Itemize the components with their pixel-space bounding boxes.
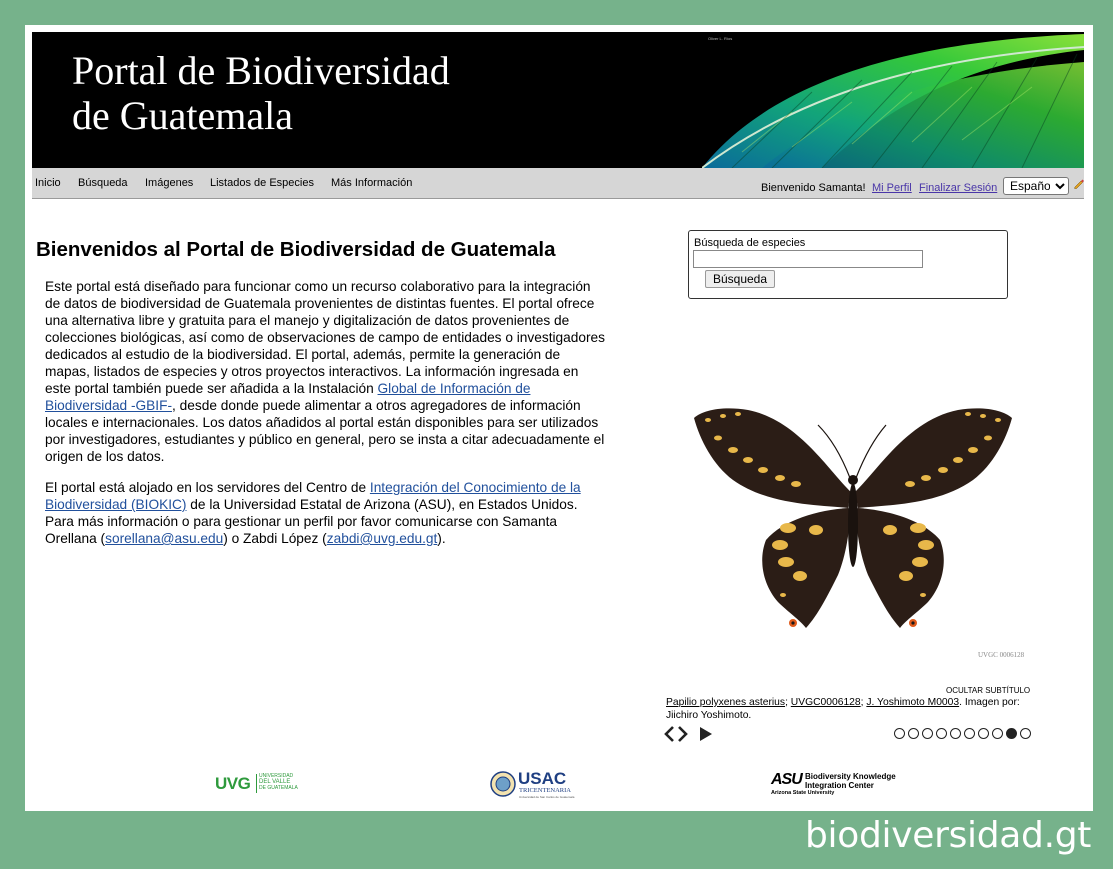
slide-dot[interactable] (992, 728, 1003, 739)
asu-biokic-logo: ASU Biodiversity Knowledge Integration C… (771, 771, 896, 796)
page-title: Bienvenidos al Portal de Biodiversidad d… (36, 238, 556, 261)
specimen-label: UVGC 0006128 (978, 651, 1025, 659)
slide-dot[interactable] (908, 728, 919, 739)
main-nav: Inicio Búsqueda Imágenes Listados de Esp… (32, 168, 1084, 199)
pencil-icon[interactable] (1073, 177, 1085, 189)
header-banner: Portal de Biodiversidad de Guatemala Oli… (32, 32, 1084, 168)
slide-dot[interactable] (1020, 728, 1031, 739)
species-search-box: Búsqueda de especies Búsqueda (688, 230, 1008, 299)
quetzal-feather-image (702, 34, 1084, 168)
usac-seal-icon (490, 771, 516, 797)
slide-dot[interactable] (1006, 728, 1017, 739)
slideshow-controls (664, 726, 712, 742)
slide-dot[interactable] (950, 728, 961, 739)
species-search-input[interactable] (693, 250, 923, 268)
species-link[interactable]: Papilio polyxenes asterius (666, 697, 785, 708)
site-watermark: biodiversidad.gt (805, 815, 1092, 856)
butterfly-specimen-image (694, 408, 1012, 628)
portal-page: Portal de Biodiversidad de Guatemala Oli… (25, 25, 1093, 811)
nav-inicio[interactable]: Inicio (35, 177, 61, 189)
logout-link[interactable]: Finalizar Sesión (919, 182, 997, 194)
my-profile-link[interactable]: Mi Perfil (872, 182, 912, 194)
search-button[interactable]: Búsqueda (705, 270, 775, 288)
nav-imagenes[interactable]: Imágenes (145, 177, 193, 189)
email-link-sorellana[interactable]: sorellana@asu.edu (105, 531, 223, 546)
nav-busqueda[interactable]: Búsqueda (78, 177, 128, 189)
catalog-number-link[interactable]: UVGC0006128 (791, 697, 861, 708)
slide-dot[interactable] (936, 728, 947, 739)
uvg-logo: UVG UNIVERSIDAD DEL VALLE DE GUATEMALA (215, 773, 298, 793)
collector-link[interactable]: J. Yoshimoto M0003 (866, 697, 959, 708)
language-select[interactable]: Español (1003, 177, 1069, 195)
site-title: Portal de Biodiversidad de Guatemala (72, 48, 450, 138)
slide-dot[interactable] (922, 728, 933, 739)
nav-listados[interactable]: Listados de Especies (210, 177, 314, 189)
hosting-paragraph: El portal está alojado en los servidores… (45, 480, 581, 546)
slide-dot[interactable] (978, 728, 989, 739)
slide-dot[interactable] (894, 728, 905, 739)
search-label: Búsqueda de especies (694, 237, 806, 249)
image-caption: Papilio polyxenes asterius; UVGC0006128;… (666, 697, 1020, 721)
usac-logo: USAC TRICENTENARIA Universidad de San Ca… (490, 769, 582, 801)
slide-dot[interactable] (964, 728, 975, 739)
intro-text: Este portal está diseñado para funcionar… (45, 278, 605, 561)
intro-paragraph: Este portal está diseñado para funcionar… (45, 279, 606, 464)
next-icon[interactable] (678, 726, 688, 742)
previous-icon[interactable] (664, 726, 674, 742)
welcome-message: Bienvenido Samanta! (761, 182, 866, 194)
nav-mas-informacion[interactable]: Más Información (331, 177, 412, 189)
email-link-zabdi[interactable]: zabdi@uvg.edu.gt (327, 531, 438, 546)
hide-caption-link[interactable]: OCULTAR SUBTÍTULO (946, 686, 1030, 695)
play-icon[interactable] (700, 727, 712, 741)
